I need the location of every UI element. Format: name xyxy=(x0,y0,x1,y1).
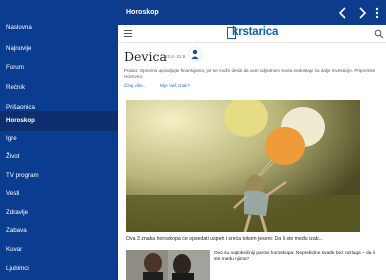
drawer-item-najnovije[interactable]: Najnovije xyxy=(0,39,118,58)
read-more-link[interactable]: Čitaj više... xyxy=(124,83,146,88)
drawer-item-ljubimci[interactable]: Ljubimci xyxy=(0,259,118,278)
hamburger-icon[interactable] xyxy=(124,30,132,37)
related-thumbnail[interactable] xyxy=(126,250,210,280)
drawer-item-kuvar[interactable]: Kuvar xyxy=(0,240,118,259)
drawer-item-naslovna[interactable]: Naslovna xyxy=(0,18,118,37)
sign-links: Čitaj više... Nije Vaš znak? xyxy=(124,83,202,88)
drawer-item-vesti[interactable]: Vesti xyxy=(0,184,118,203)
search-icon[interactable] xyxy=(374,29,384,39)
horoscope-intro: Posao: Oprezno upravljajte finansijama, … xyxy=(124,68,376,80)
chevron-left-icon xyxy=(338,7,346,19)
more-vertical-icon xyxy=(375,7,379,19)
couple-image xyxy=(126,250,210,280)
drawer-item-forum[interactable]: Forum xyxy=(0,58,118,77)
navigation-drawer: Naslovna Najnovije Forum Rečnik Prišaoni… xyxy=(0,0,118,280)
chevron-right-icon xyxy=(359,7,367,19)
virgo-icon xyxy=(188,47,202,61)
drawer-item-recnik[interactable]: Rečnik xyxy=(0,78,118,97)
article-caption[interactable]: Ova 3 znaka horoskopa će opsedati uspeh … xyxy=(126,236,384,242)
related-article-title[interactable]: Ovo su najtoksičniji parovi horoskopa: N… xyxy=(214,251,382,264)
web-content: krstarica Devica 23.8.-22.9. Posao: Opre… xyxy=(118,25,386,280)
drawer-item-zabava[interactable]: Zabava xyxy=(0,221,118,240)
drawer-item-horoskop[interactable]: Horoskop xyxy=(0,111,118,131)
drawer-item-zivot[interactable]: Život xyxy=(0,147,118,166)
girl-with-balloons-image xyxy=(126,100,360,232)
forward-button[interactable] xyxy=(354,5,370,21)
logo-text: krstarica xyxy=(232,26,279,38)
app-bar: Horoskop xyxy=(118,0,386,25)
other-sign-link[interactable]: Nije Vaš znak? xyxy=(160,83,190,88)
back-button[interactable] xyxy=(335,5,351,21)
site-header: krstarica xyxy=(118,25,386,43)
app-bar-title: Horoskop xyxy=(126,9,159,16)
drawer-item-igre[interactable]: Igre xyxy=(0,129,118,148)
sign-title: Devica xyxy=(124,49,167,64)
more-options-button[interactable] xyxy=(372,5,382,21)
drawer-item-zdravlje[interactable]: Zdravlje xyxy=(0,203,118,222)
sign-dates: 23.8.-22.9. xyxy=(165,54,187,59)
hero-image[interactable] xyxy=(126,100,360,232)
drawer-item-tv-program[interactable]: TV program xyxy=(0,166,118,185)
